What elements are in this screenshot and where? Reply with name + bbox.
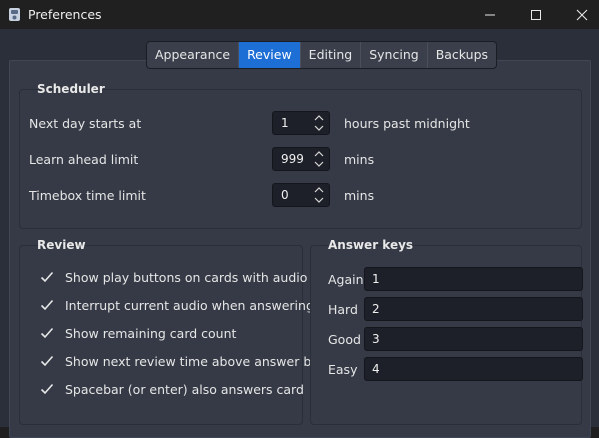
timebox-spinbox[interactable]: 0 (272, 183, 330, 207)
chevron-down-icon[interactable] (313, 159, 325, 169)
key-label-easy: Easy (328, 362, 358, 377)
chevron-down-icon[interactable] (313, 123, 325, 133)
key-field-easy[interactable]: 4 (364, 357, 583, 381)
maximize-icon (531, 10, 541, 20)
chevron-down-icon[interactable] (313, 195, 325, 205)
timebox-label: Timebox time limit (29, 188, 146, 203)
preferences-tabs: Appearance Review Editing Syncing Backup… (146, 41, 498, 69)
key-label-good: Good (328, 332, 361, 347)
option-label: Spacebar (or enter) also answers card (65, 382, 304, 397)
next-day-label: Next day starts at (29, 116, 142, 131)
learn-ahead-unit: mins (344, 152, 375, 167)
tab-panel: Scheduler Next day starts at 1 hours pas… (9, 60, 591, 438)
tab-editing[interactable]: Editing (301, 42, 362, 68)
learn-ahead-spinbox[interactable]: 999 (272, 147, 330, 171)
chevron-up-icon[interactable] (313, 185, 325, 195)
key-field-hard[interactable]: 2 (364, 297, 583, 321)
timebox-unit: mins (344, 188, 375, 203)
checkmark-icon (40, 355, 54, 367)
key-field-good[interactable]: 3 (364, 327, 583, 351)
key-value-easy: 4 (372, 362, 380, 376)
maximize-button[interactable] (513, 0, 559, 29)
tab-syncing[interactable]: Syncing (361, 42, 428, 68)
learn-ahead-label: Learn ahead limit (29, 152, 139, 167)
answer-keys-title: Answer keys (328, 238, 414, 252)
next-day-value: 1 (281, 116, 289, 130)
key-value-hard: 2 (372, 302, 380, 316)
review-title: Review (37, 238, 86, 252)
next-day-unit: hours past midnight (344, 116, 470, 131)
tab-review[interactable]: Review (239, 42, 301, 68)
chevron-up-icon[interactable] (313, 149, 325, 159)
option-label: Show remaining card count (65, 326, 237, 341)
app-icon (9, 8, 20, 21)
key-field-again[interactable]: 1 (364, 267, 583, 291)
checkmark-icon (40, 383, 54, 395)
scheduler-title: Scheduler (37, 82, 105, 96)
key-value-again: 1 (372, 272, 380, 286)
close-icon (576, 9, 588, 21)
option-label: Show play buttons on cards with audio (65, 270, 308, 285)
learn-ahead-value: 999 (281, 152, 304, 166)
next-day-spinbox[interactable]: 1 (272, 111, 330, 135)
window-title: Preferences (28, 7, 102, 22)
checkmark-icon (40, 299, 54, 311)
title-bar: Preferences (0, 0, 599, 29)
chevron-up-icon[interactable] (313, 113, 325, 123)
minimize-icon (485, 14, 495, 16)
checkmark-icon (40, 271, 54, 283)
option-label: Show next review time above answer butto… (65, 354, 352, 369)
close-button[interactable] (559, 0, 599, 29)
preferences-content: Scheduler Next day starts at 1 hours pas… (0, 29, 599, 438)
option-label: Interrupt current audio when answering (65, 298, 314, 313)
timebox-value: 0 (281, 188, 289, 202)
tab-appearance[interactable]: Appearance (147, 42, 240, 68)
checkmark-icon (40, 327, 54, 339)
key-label-again: Again (328, 272, 364, 287)
key-label-hard: Hard (328, 302, 358, 317)
key-value-good: 3 (372, 332, 380, 346)
tab-backups[interactable]: Backups (428, 42, 496, 68)
minimize-button[interactable] (467, 0, 513, 29)
